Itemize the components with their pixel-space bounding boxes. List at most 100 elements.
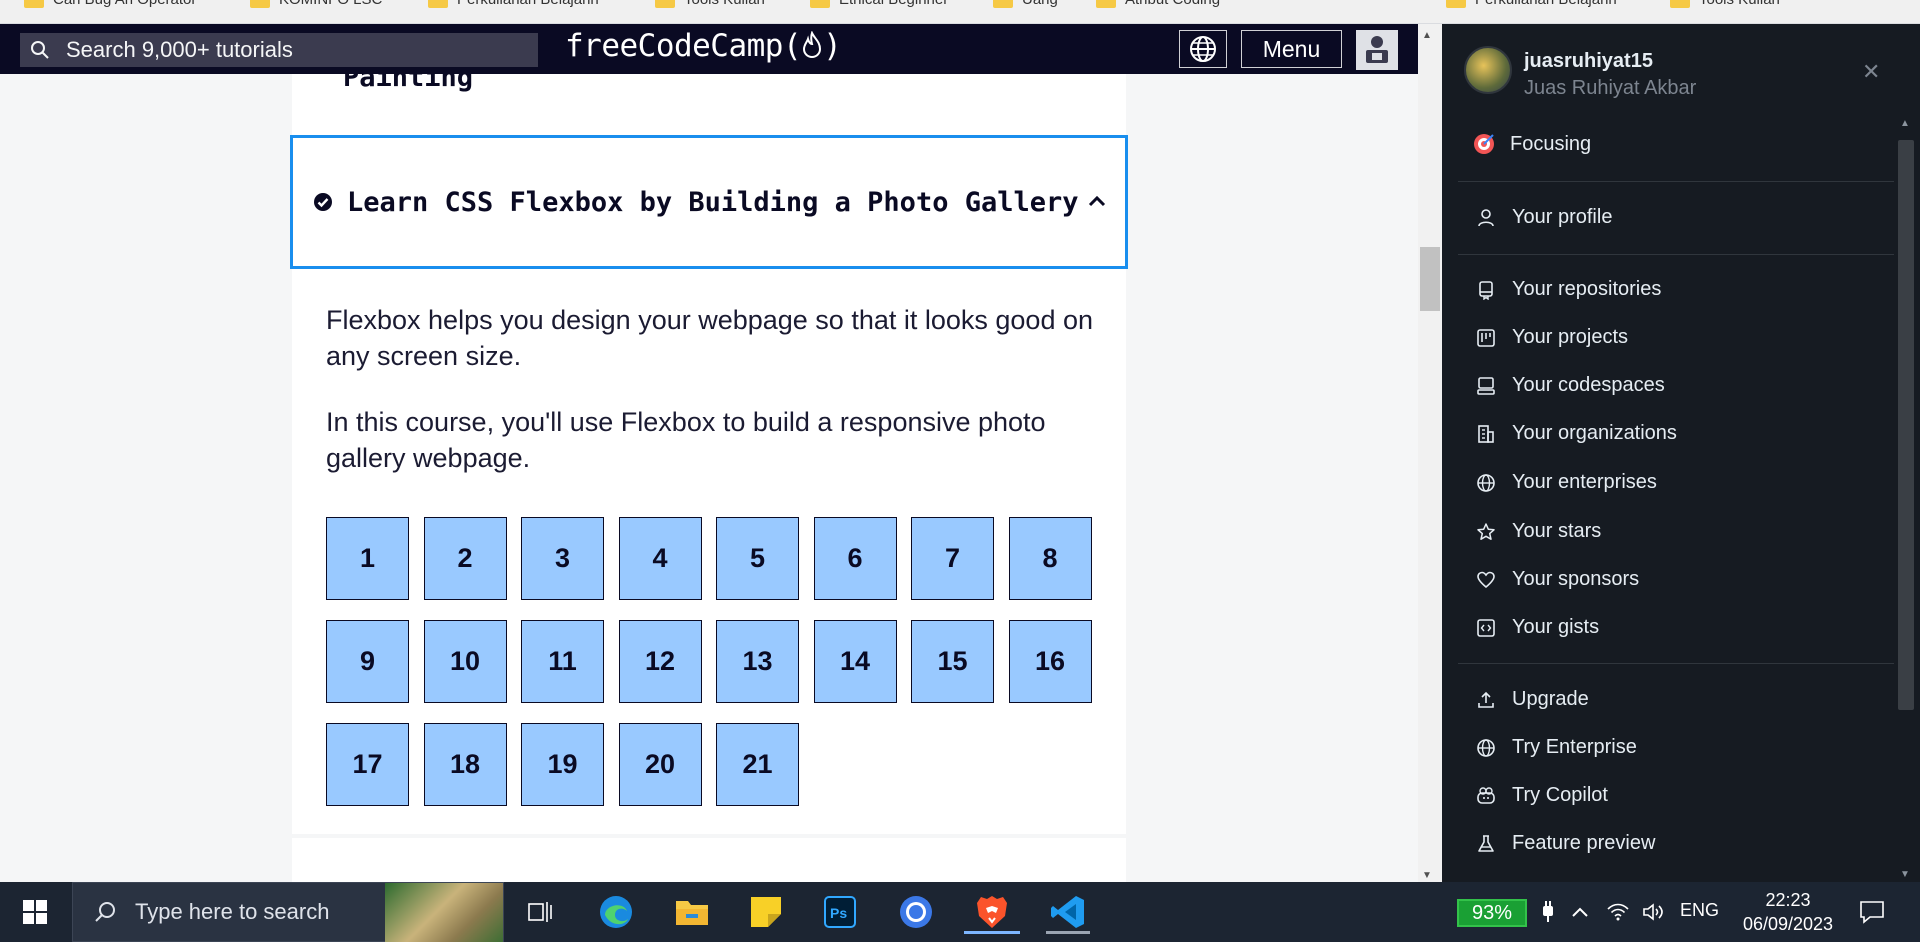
menu-item-your-projects[interactable]: Your projects <box>1476 326 1628 349</box>
menu-item-your-organizations[interactable]: Your organizations <box>1476 422 1677 445</box>
sticky-note-icon <box>751 897 781 927</box>
folder-icon <box>810 0 830 8</box>
step-3-button[interactable]: 3 <box>521 517 604 600</box>
menu-item-your-sponsors[interactable]: Your sponsors <box>1476 568 1639 591</box>
notifications-icon[interactable] <box>1858 882 1886 942</box>
menu-item-label: Your gists <box>1512 616 1600 638</box>
menu-item-upgrade[interactable]: Upgrade <box>1476 688 1589 711</box>
menu-item-your-gists[interactable]: Your gists <box>1476 616 1599 639</box>
task-view-icon <box>528 902 552 922</box>
block-header-button[interactable]: Learn CSS Flexbox by Building a Photo Ga… <box>290 135 1128 269</box>
step-1-button[interactable]: 1 <box>326 517 409 600</box>
taskbar-search-input[interactable]: Type here to search <box>72 882 504 942</box>
vscode-button[interactable] <box>1040 890 1096 934</box>
edge-app-button[interactable] <box>588 890 644 934</box>
menu-item-feature-preview[interactable]: Feature preview <box>1476 832 1655 855</box>
scroll-up-arrow-icon[interactable]: ▲ <box>1900 118 1910 129</box>
svg-text:Ps: Ps <box>830 905 847 921</box>
folder-icon <box>655 0 675 8</box>
clock-date: 06/09/2023 <box>1742 914 1834 934</box>
bookmark-folder[interactable]: Tools Kuliah <box>1670 0 1780 8</box>
bookmark-folder[interactable]: Tools Kuliah <box>655 0 765 8</box>
bookmark-folder[interactable]: Perkuliahan Belajarin <box>428 0 599 8</box>
file-explorer-button[interactable] <box>664 890 720 934</box>
step-12-button[interactable]: 12 <box>618 620 702 703</box>
menu-item-label: Try Enterprise <box>1512 736 1637 758</box>
step-19-button[interactable]: 19 <box>521 723 604 806</box>
system-clock[interactable]: 22:23 06/09/2023 <box>1740 888 1836 936</box>
windows-taskbar: Type here to search Ps 93% ENG 22:23 06/… <box>0 882 1920 942</box>
fcc-navbar: Search 9,000+ tutorials freeCodeCamp() M… <box>0 24 1418 74</box>
bookmark-folder[interactable]: Perkuliahan Belajarin <box>1446 0 1617 8</box>
battery-indicator[interactable]: 93% <box>1457 899 1527 927</box>
page-scrollbar[interactable] <box>1418 24 1442 882</box>
upload-icon <box>1478 691 1494 708</box>
main-content: Painting Learn CSS Flexbox by Building a… <box>0 74 1418 882</box>
photoshop-button[interactable]: Ps <box>812 890 868 934</box>
bookmark-folder[interactable]: KOMINFO LSC <box>250 0 382 8</box>
step-18-button[interactable]: 18 <box>423 723 507 806</box>
language-button[interactable] <box>1179 30 1227 68</box>
show-hidden-icons-chevron-icon[interactable] <box>1570 882 1590 942</box>
step-17-button[interactable]: 17 <box>326 723 409 806</box>
search-highlight-image <box>385 883 503 942</box>
fcc-logo[interactable]: freeCodeCamp() <box>565 28 842 64</box>
step-9-button[interactable]: 9 <box>326 620 409 703</box>
step-6-button[interactable]: 6 <box>813 517 897 600</box>
folder-icon <box>993 0 1013 8</box>
search-input[interactable]: Search 9,000+ tutorials <box>20 33 538 67</box>
scroll-up-arrow-icon[interactable]: ▲ <box>1422 30 1432 41</box>
menu-item-your-enterprises[interactable]: Your enterprises <box>1476 471 1657 494</box>
bookmark-folder[interactable]: Ethical Beginner <box>810 0 948 8</box>
volume-icon[interactable] <box>1642 882 1666 942</box>
step-8-button[interactable]: 8 <box>1008 517 1092 600</box>
menu-button[interactable]: Menu <box>1241 30 1342 68</box>
page-scrollbar-thumb[interactable] <box>1420 247 1440 311</box>
menu-item-try-enterprise[interactable]: Try Enterprise <box>1476 736 1637 759</box>
step-7-button[interactable]: 7 <box>911 517 994 600</box>
task-view-button[interactable] <box>512 890 568 934</box>
start-button[interactable] <box>0 882 70 942</box>
menu-item-your-codespaces[interactable]: Your codespaces <box>1476 374 1665 397</box>
chrome-button[interactable] <box>888 890 944 934</box>
brave-browser-button[interactable] <box>964 890 1020 934</box>
input-language-indicator[interactable]: ENG <box>1680 900 1719 921</box>
folder-icon <box>1670 0 1690 8</box>
step-5-button[interactable]: 5 <box>716 517 799 600</box>
close-icon[interactable]: ✕ <box>1862 59 1880 85</box>
step-21-button[interactable]: 21 <box>716 723 799 806</box>
menu-item-your-stars[interactable]: Your stars <box>1476 520 1601 543</box>
menu-item-your-repositories[interactable]: Your repositories <box>1476 278 1661 301</box>
step-11-button[interactable]: 11 <box>521 620 604 703</box>
scroll-down-arrow-icon[interactable]: ▼ <box>1422 870 1432 881</box>
step-13-button[interactable]: 13 <box>716 620 799 703</box>
globe-icon <box>1190 36 1216 62</box>
wifi-icon[interactable] <box>1606 882 1630 942</box>
menu-item-label: Your enterprises <box>1512 471 1657 493</box>
set-status-button[interactable]: Focusing <box>1472 132 1591 156</box>
menu-item-try-copilot[interactable]: Try Copilot <box>1476 784 1608 807</box>
menu-item-label: Your repositories <box>1512 278 1662 300</box>
bookmark-folder[interactable]: Cari Bug Ari Operator <box>24 0 196 8</box>
codespaces-icon <box>1477 376 1495 395</box>
step-14-button[interactable]: 14 <box>813 620 897 703</box>
previous-block-title[interactable]: Painting <box>343 74 473 93</box>
bookmark-folder[interactable]: Atribut Coding <box>1096 0 1220 8</box>
folder-icon <box>250 0 270 8</box>
menu-item-your-profile[interactable]: Your profile <box>1476 206 1612 229</box>
sticky-notes-button[interactable] <box>738 890 794 934</box>
step-15-button[interactable]: 15 <box>911 620 994 703</box>
folder-icon <box>24 0 44 8</box>
step-16-button[interactable]: 16 <box>1008 620 1092 703</box>
menu-scrollbar-thumb[interactable] <box>1898 140 1914 710</box>
beaker-icon <box>1478 834 1494 852</box>
flame-icon <box>803 30 822 59</box>
step-4-button[interactable]: 4 <box>618 517 702 600</box>
step-2-button[interactable]: 2 <box>423 517 507 600</box>
step-20-button[interactable]: 20 <box>618 723 702 806</box>
active-app-indicator <box>964 931 1020 934</box>
scroll-down-arrow-icon[interactable]: ▼ <box>1900 869 1910 880</box>
user-avatar[interactable] <box>1356 30 1398 70</box>
step-10-button[interactable]: 10 <box>423 620 507 703</box>
bookmark-folder[interactable]: Uang <box>993 0 1058 8</box>
